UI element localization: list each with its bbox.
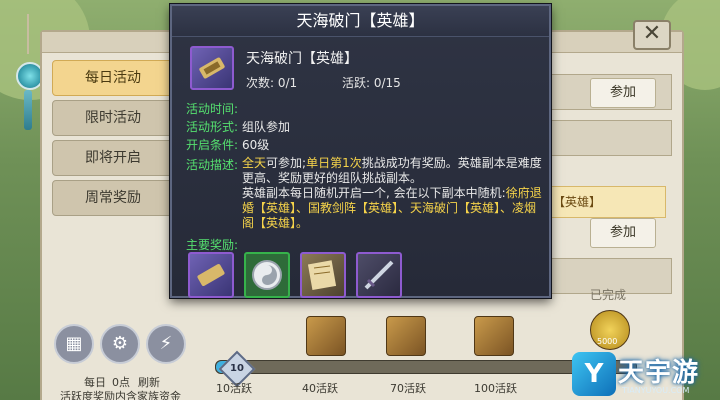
watermark-name: 天宇游: [618, 358, 700, 388]
row-label: 活动描述:: [186, 158, 239, 172]
watermark-logo-icon: Y: [572, 352, 616, 396]
reward-chest-icon[interactable]: [474, 316, 514, 356]
info-row-condition: 开启条件: 60级: [186, 136, 269, 153]
hero-tag: 【英雄】: [546, 186, 666, 218]
watermark: Y 天宇游 TIANYUYOU.COM: [572, 352, 720, 400]
activity-description: 全天可参加;单日第1次挑战成功有奖励。英雄副本是难度更高、奖励更好的组队挑战副本…: [242, 156, 542, 230]
scroll-icon: [190, 46, 234, 90]
activity-card: [540, 120, 672, 156]
coin-reward-icon[interactable]: 5000: [590, 310, 630, 350]
row-label: 活动形式:: [186, 120, 239, 134]
rewards-label: 主要奖励:: [186, 238, 239, 252]
milestone-label: 10活跃: [216, 382, 252, 395]
lightning-icon[interactable]: ⚡: [146, 324, 186, 364]
tab-weekly[interactable]: 周常奖励: [52, 180, 174, 216]
calendar-icon[interactable]: ▦: [54, 324, 94, 364]
close-button[interactable]: ✕: [633, 20, 671, 50]
tab-daily[interactable]: 每日活动: [52, 60, 174, 96]
gear-icon[interactable]: ⚙: [100, 324, 140, 364]
reward-chest-icon[interactable]: [386, 316, 426, 356]
sword-icon[interactable]: [356, 252, 402, 298]
tooltip-title: 天海破门【英雄】: [296, 11, 425, 30]
info-row-form: 活动形式: 组队参加: [186, 118, 290, 135]
activity-points: 活跃: 0/15: [342, 76, 401, 90]
item-name: 天海破门【英雄】: [246, 51, 358, 67]
milestone-label: 70活跃: [390, 382, 426, 395]
attempt-count: 次数: 0/1: [246, 76, 298, 90]
watermark-url: TIANYUYOU.COM: [622, 386, 690, 395]
participate-button[interactable]: 参加: [590, 78, 656, 108]
scroll-bundle-icon[interactable]: [300, 252, 346, 298]
tooltip-header: 天海破门【英雄】: [172, 6, 549, 37]
info-row-description: 活动描述:: [186, 156, 238, 173]
completed-label: 已完成: [590, 288, 627, 302]
tab-upcoming[interactable]: 即将开启: [52, 140, 174, 176]
milestone-label: 40活跃: [302, 382, 338, 395]
row-label: 活动时间:: [186, 102, 239, 116]
coin-badge: 5000: [597, 337, 618, 346]
milestone-label: 100活跃: [474, 382, 517, 395]
reward-chest-icon[interactable]: [306, 316, 346, 356]
tab-limited[interactable]: 限时活动: [52, 100, 174, 136]
row-value: 60级: [242, 138, 270, 152]
scroll-icon[interactable]: [188, 252, 234, 298]
participate-button[interactable]: 参加: [590, 218, 656, 248]
footnote-text: 活跃度奖励内含家族资金: [60, 390, 181, 400]
spirit-orb-icon[interactable]: [244, 252, 290, 298]
activity-tooltip: 天海破门【英雄】 天海破门【英雄】 次数: 0/1 活跃: 0/15 活动时间:…: [170, 4, 551, 298]
row-label: 开启条件:: [186, 138, 239, 152]
row-value: 组队参加: [242, 120, 291, 134]
info-row-time: 活动时间:: [186, 100, 238, 117]
